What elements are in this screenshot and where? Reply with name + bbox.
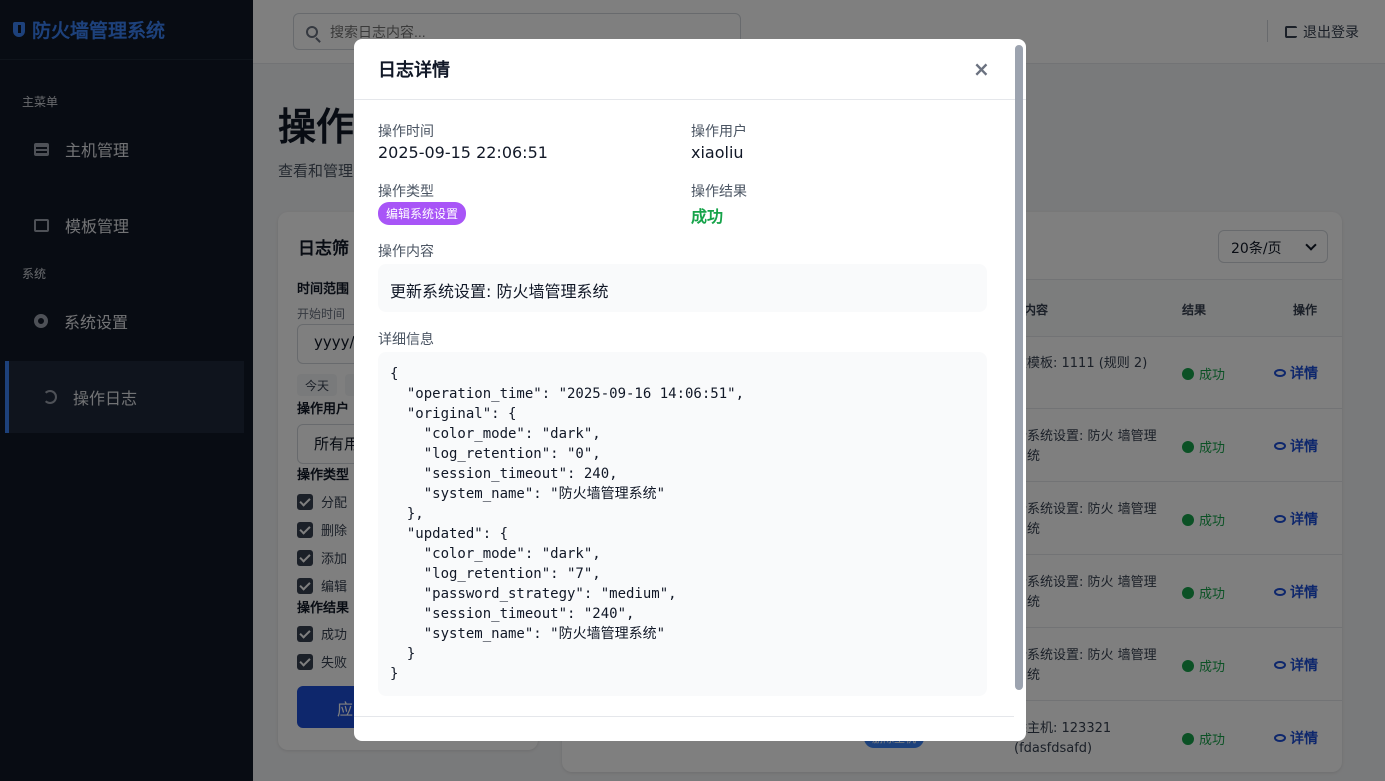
op-content-label: 操作内容 xyxy=(378,244,434,260)
op-user-value: xiaoliu xyxy=(691,143,744,162)
op-result-label: 操作结果 xyxy=(691,184,747,200)
scrollbar[interactable] xyxy=(1015,45,1023,690)
op-type-label: 操作类型 xyxy=(378,184,434,200)
detail-json: { "operation_time": "2025-09-16 14:06:51… xyxy=(378,352,987,696)
modal-header: 日志详情 xyxy=(354,39,1026,100)
op-content-box: 更新系统设置: 防火墙管理系统 xyxy=(378,264,987,312)
log-detail-modal: 日志详情 × 操作时间 2025-09-15 22:06:51 操作用户 xia… xyxy=(354,39,1026,741)
op-user-label: 操作用户 xyxy=(691,124,747,140)
detail-label: 详细信息 xyxy=(378,332,434,348)
close-icon[interactable]: × xyxy=(973,59,990,79)
op-time-value: 2025-09-15 22:06:51 xyxy=(378,143,548,162)
modal-footer-divider xyxy=(354,716,1014,717)
op-result-value: 成功 xyxy=(691,207,724,226)
modal-title: 日志详情 xyxy=(378,60,450,81)
op-time-label: 操作时间 xyxy=(378,124,434,140)
op-type-badge: 编辑系统设置 xyxy=(378,202,467,225)
